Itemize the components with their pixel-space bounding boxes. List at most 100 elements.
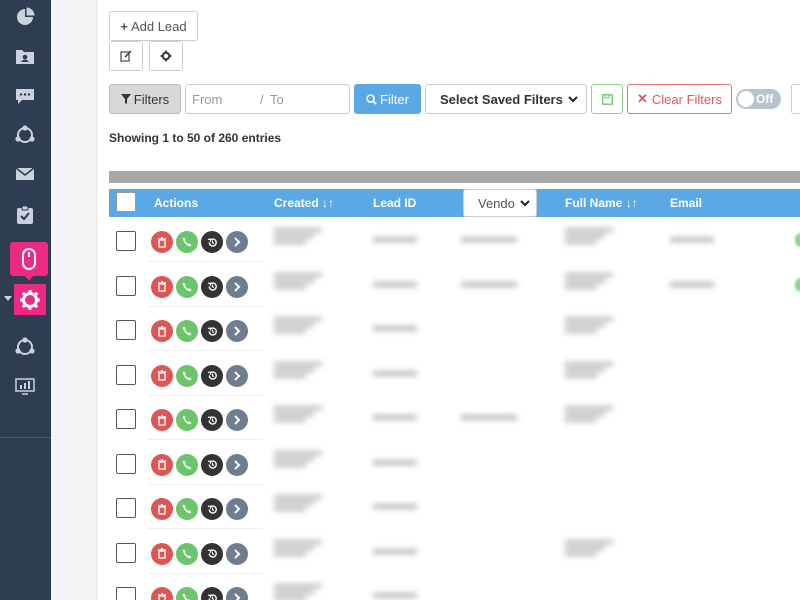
filter-toggle[interactable]: Off xyxy=(736,89,781,109)
phone-icon xyxy=(182,282,192,291)
settings-button[interactable] xyxy=(149,41,183,71)
plus-icon: + xyxy=(120,18,128,34)
more-button[interactable] xyxy=(791,84,800,114)
history-button[interactable] xyxy=(201,498,223,520)
row-checkbox[interactable] xyxy=(116,587,136,600)
saved-filters-select[interactable]: Select Saved Filters xyxy=(425,84,587,114)
date-range-input[interactable]: From / To xyxy=(185,84,350,114)
delete-button[interactable] xyxy=(151,542,173,565)
mouse-icon[interactable] xyxy=(10,242,48,281)
add-lead-button[interactable]: + Add Lead xyxy=(109,11,198,41)
share-network-icon[interactable] xyxy=(14,336,36,358)
call-button[interactable] xyxy=(176,453,198,476)
history-icon xyxy=(207,504,217,514)
contacts-folder-icon[interactable] xyxy=(14,45,36,67)
open-lead-button[interactable] xyxy=(226,542,248,565)
table-row[interactable] xyxy=(109,263,800,307)
history-icon xyxy=(207,237,217,247)
open-lead-button[interactable] xyxy=(226,320,248,342)
delete-button[interactable] xyxy=(151,320,173,342)
call-button[interactable] xyxy=(176,275,198,298)
row-checkbox[interactable] xyxy=(116,409,136,429)
row-checkbox[interactable] xyxy=(116,275,136,296)
history-icon xyxy=(207,460,217,469)
call-button[interactable] xyxy=(176,320,198,342)
table-row[interactable] xyxy=(109,352,800,396)
open-lead-button[interactable] xyxy=(226,275,248,298)
vendor-select-label: Vendo xyxy=(478,195,515,211)
col-created[interactable]: Created ↓↑ xyxy=(274,196,334,210)
mail-icon[interactable] xyxy=(14,163,36,185)
delete-button[interactable] xyxy=(151,231,173,253)
history-button[interactable] xyxy=(201,542,223,565)
call-button[interactable] xyxy=(176,364,198,387)
edit-button[interactable] xyxy=(109,41,143,71)
row-checkbox[interactable] xyxy=(116,498,136,518)
history-button[interactable] xyxy=(201,453,223,476)
open-lead-button[interactable] xyxy=(226,498,248,520)
horizontal-scrollbar[interactable] xyxy=(109,171,800,183)
row-checkbox[interactable] xyxy=(116,542,136,563)
delete-button[interactable] xyxy=(151,498,173,520)
open-lead-button[interactable] xyxy=(226,587,248,600)
filter-button[interactable]: Filter xyxy=(354,84,421,114)
table-row[interactable] xyxy=(109,530,800,574)
filters-button[interactable]: Filters xyxy=(109,84,181,114)
trash-icon xyxy=(158,459,166,470)
row-checkbox[interactable] xyxy=(116,320,136,340)
row-checkbox[interactable] xyxy=(116,231,136,251)
call-button[interactable] xyxy=(176,498,198,520)
delete-button[interactable] xyxy=(151,409,173,431)
delete-button[interactable] xyxy=(151,453,173,476)
call-button[interactable] xyxy=(176,231,198,253)
table-row[interactable] xyxy=(109,485,800,529)
open-lead-button[interactable] xyxy=(226,453,248,476)
table-row[interactable] xyxy=(109,307,800,351)
filter-label: Filter xyxy=(380,91,409,107)
clear-filters-button[interactable]: ✕ Clear Filters xyxy=(627,84,732,114)
delete-button[interactable] xyxy=(151,275,173,298)
chevron-down-icon[interactable] xyxy=(4,296,12,301)
history-button[interactable] xyxy=(201,231,223,253)
row-checkbox[interactable] xyxy=(116,453,136,474)
call-button[interactable] xyxy=(176,409,198,431)
call-button[interactable] xyxy=(176,542,198,565)
monitor-chart-icon[interactable] xyxy=(14,376,36,398)
redacted-cell-created xyxy=(274,226,322,246)
toggle-knob xyxy=(738,91,754,107)
col-full-name[interactable]: Full Name ↓↑ xyxy=(565,196,638,210)
share-network-icon[interactable] xyxy=(14,124,36,146)
table-row[interactable] xyxy=(109,396,800,440)
gear-icon[interactable] xyxy=(14,284,46,315)
table-row[interactable] xyxy=(109,441,800,485)
history-button[interactable] xyxy=(201,364,223,387)
phone-icon xyxy=(182,415,192,425)
range-separator: / xyxy=(260,92,264,107)
history-button[interactable] xyxy=(201,320,223,342)
call-button[interactable] xyxy=(176,587,198,600)
history-button[interactable] xyxy=(201,409,223,431)
trash-icon xyxy=(158,548,166,559)
chevron-down-icon xyxy=(520,199,530,206)
redacted-cell-lead-id xyxy=(373,590,417,600)
phone-icon xyxy=(182,504,192,514)
row-checkbox[interactable] xyxy=(116,364,136,385)
delete-button[interactable] xyxy=(151,587,173,600)
open-lead-button[interactable] xyxy=(226,231,248,253)
delete-button[interactable] xyxy=(151,364,173,387)
row-actions xyxy=(151,587,248,600)
pie-chart-icon[interactable] xyxy=(14,6,36,28)
open-lead-button[interactable] xyxy=(226,409,248,431)
history-button[interactable] xyxy=(201,587,223,600)
open-lead-button[interactable] xyxy=(226,364,248,387)
row-actions xyxy=(151,542,248,565)
table-row[interactable] xyxy=(109,218,800,262)
history-button[interactable] xyxy=(201,275,223,298)
redacted-cell-full-name xyxy=(565,271,613,291)
vendor-filter-select[interactable]: Vendo xyxy=(463,189,537,217)
chat-icon[interactable] xyxy=(14,86,36,108)
select-all-checkbox[interactable] xyxy=(116,192,136,212)
save-filter-button[interactable] xyxy=(591,84,623,114)
checklist-icon[interactable] xyxy=(14,204,36,226)
table-row[interactable] xyxy=(109,574,800,600)
